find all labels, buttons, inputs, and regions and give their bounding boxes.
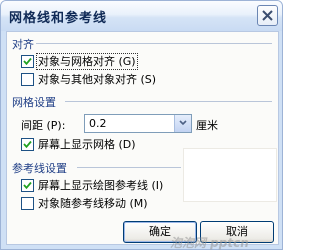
grid-spacing-label: 间距 (P):	[21, 119, 66, 132]
smart-guides-label: 对象随参考线移动 (M)	[38, 197, 148, 210]
smart-guides-checkbox[interactable]	[21, 197, 34, 210]
show-drawing-guides-label: 屏幕上显示绘图参考线 (I)	[38, 179, 164, 192]
watermark: 泡泡网 pptcn	[170, 236, 249, 250]
title-bar[interactable]: 网格线和参考线	[1, 1, 282, 31]
snap-to-objects-label: 对象与其他对象对齐 (S)	[38, 73, 157, 86]
close-button[interactable]	[257, 5, 278, 26]
show-grid-label: 屏幕上显示网格 (D)	[38, 138, 136, 151]
chevron-down-icon	[179, 120, 187, 126]
dialog-body: 对齐 对象与网格对齐 (G) 对象与其他对象对齐 (S) 网格设置 间距 (P)…	[6, 31, 279, 245]
snap-to-grid-label: 对象与网格对齐 (G)	[36, 53, 138, 70]
grid-spacing-input[interactable]: 0.2	[84, 114, 192, 133]
checkmark-icon	[23, 140, 32, 149]
grid-section-title: 网格设置	[12, 96, 56, 109]
snap-to-objects-checkbox[interactable]	[21, 73, 34, 86]
guides-section-divider	[77, 167, 181, 168]
preview-box	[183, 148, 277, 202]
checkmark-icon	[23, 181, 32, 190]
grid-spacing-value: 0.2	[89, 117, 107, 130]
guides-section-title: 参考线设置	[12, 162, 67, 175]
snap-section-divider	[36, 43, 272, 44]
grid-spacing-dropdown-button[interactable]	[174, 115, 191, 132]
close-icon	[262, 10, 273, 21]
snap-section-title: 对齐	[12, 38, 34, 51]
grid-and-guides-dialog: 网格线和参考线 对齐 对象与网格对齐 (G) 对象与其他对象对齐 (S) 网格设…	[0, 0, 283, 250]
dialog-title: 网格线和参考线	[9, 11, 108, 26]
grid-spacing-unit: 厘米	[196, 119, 218, 132]
show-drawing-guides-checkbox[interactable]	[21, 179, 34, 192]
show-grid-checkbox[interactable]	[21, 138, 34, 151]
grid-section-divider	[65, 101, 272, 102]
checkmark-icon	[23, 57, 32, 66]
snap-to-grid-checkbox[interactable]	[21, 55, 34, 68]
